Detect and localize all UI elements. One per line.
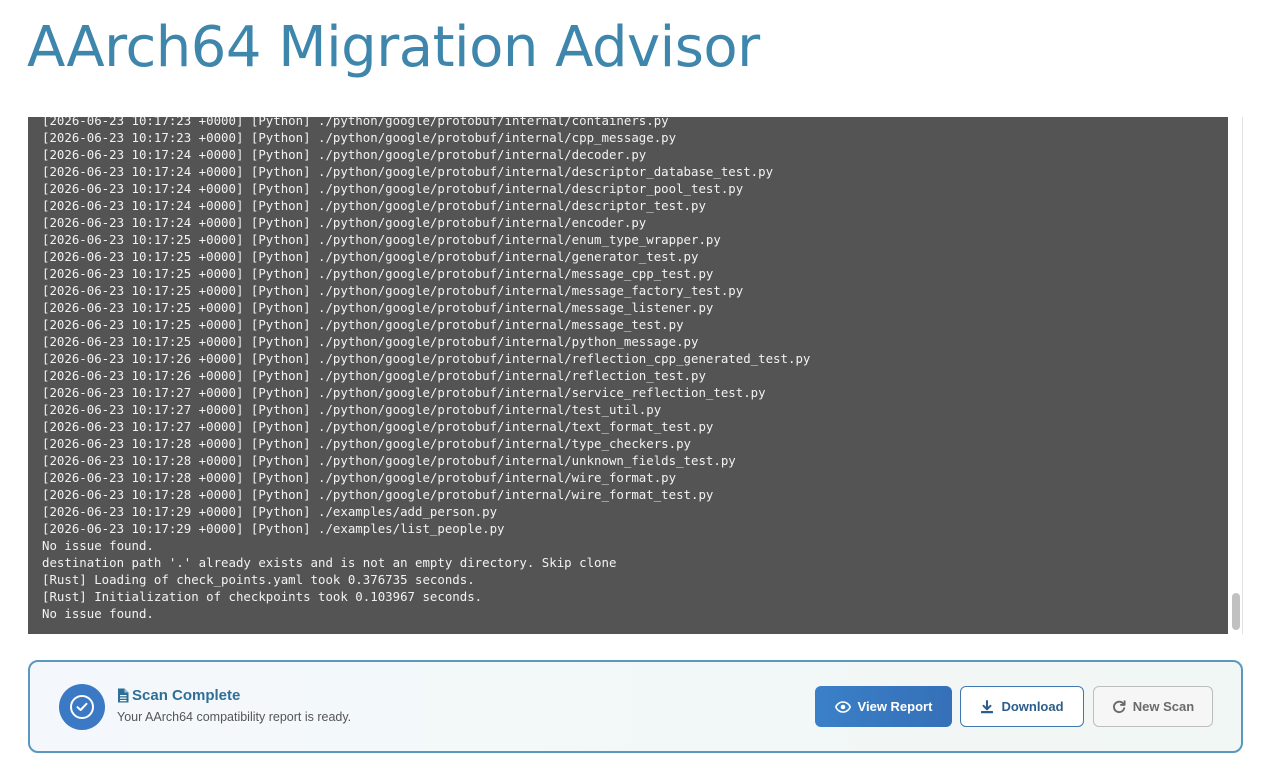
- log-line: [2026-06-23 10:17:24 +0000] [Python] ./p…: [42, 198, 706, 213]
- new-scan-button[interactable]: New Scan: [1093, 686, 1213, 727]
- document-icon: [117, 688, 129, 703]
- log-line: [2026-06-23 10:17:28 +0000] [Python] ./p…: [42, 453, 736, 468]
- log-line: [2026-06-23 10:17:25 +0000] [Python] ./p…: [42, 249, 699, 264]
- page-title: AArch64 Migration Advisor: [27, 15, 760, 80]
- log-scrollbar[interactable]: [1228, 117, 1242, 634]
- log-line: [2026-06-23 10:17:24 +0000] [Python] ./p…: [42, 147, 647, 162]
- log-line: [2026-06-23 10:17:23 +0000] [Python] ./p…: [42, 117, 669, 128]
- download-button[interactable]: Download: [960, 686, 1084, 727]
- log-output[interactable]: [2026-06-23 10:17:23 +0000] [Python] ./p…: [28, 117, 1228, 634]
- log-line: [2026-06-23 10:17:27 +0000] [Python] ./p…: [42, 402, 662, 417]
- status-title: Scan Complete: [132, 687, 241, 704]
- log-line: [2026-06-23 10:17:25 +0000] [Python] ./p…: [42, 266, 714, 281]
- log-line: [Rust] Loading of check_points.yaml took…: [42, 572, 475, 587]
- log-line: [2026-06-23 10:17:28 +0000] [Python] ./p…: [42, 436, 692, 451]
- scan-status-card: Scan Complete Your AArch64 compatibility…: [28, 660, 1243, 753]
- log-line: [2026-06-23 10:17:23 +0000] [Python] ./p…: [42, 130, 677, 145]
- log-line: No issue found.: [42, 538, 154, 553]
- log-line: [2026-06-23 10:17:27 +0000] [Python] ./p…: [42, 419, 714, 434]
- view-report-button[interactable]: View Report: [815, 686, 952, 727]
- log-line: [2026-06-23 10:17:25 +0000] [Python] ./p…: [42, 232, 721, 247]
- download-icon: [981, 699, 994, 713]
- new-scan-label: New Scan: [1132, 699, 1195, 714]
- log-line: [2026-06-23 10:17:25 +0000] [Python] ./p…: [42, 300, 714, 315]
- eye-icon: [834, 700, 851, 713]
- log-line: [2026-06-23 10:17:26 +0000] [Python] ./p…: [42, 368, 706, 383]
- view-report-label: View Report: [857, 699, 933, 714]
- log-line: [2026-06-23 10:17:24 +0000] [Python] ./p…: [42, 215, 647, 230]
- log-line: [2026-06-23 10:17:29 +0000] [Python] ./e…: [42, 521, 505, 536]
- refresh-icon: [1112, 699, 1126, 713]
- scrollbar-thumb[interactable]: [1232, 593, 1240, 630]
- log-line: [2026-06-23 10:17:25 +0000] [Python] ./p…: [42, 283, 744, 298]
- log-container: [2026-06-23 10:17:23 +0000] [Python] ./p…: [28, 117, 1243, 634]
- log-line: [2026-06-23 10:17:29 +0000] [Python] ./e…: [42, 504, 498, 519]
- download-label: Download: [1001, 699, 1064, 714]
- log-line: [2026-06-23 10:17:26 +0000] [Python] ./p…: [42, 351, 811, 366]
- log-line: [2026-06-23 10:17:25 +0000] [Python] ./p…: [42, 317, 684, 332]
- log-line: [2026-06-23 10:17:24 +0000] [Python] ./p…: [42, 164, 774, 179]
- log-line: No issue found.: [42, 606, 154, 621]
- log-line: [2026-06-23 10:17:27 +0000] [Python] ./p…: [42, 385, 766, 400]
- status-title-row: Scan Complete: [117, 687, 240, 704]
- log-line: destination path '.' already exists and …: [42, 555, 617, 570]
- status-subtitle: Your AArch64 compatibility report is rea…: [117, 710, 352, 724]
- check-circle-icon: [59, 684, 105, 730]
- log-line: [2026-06-23 10:17:24 +0000] [Python] ./p…: [42, 181, 744, 196]
- log-lines: [2026-06-23 10:17:23 +0000] [Python] ./p…: [42, 117, 810, 622]
- log-line: [2026-06-23 10:17:28 +0000] [Python] ./p…: [42, 487, 714, 502]
- log-line: [2026-06-23 10:17:28 +0000] [Python] ./p…: [42, 470, 677, 485]
- log-line: [Rust] Initialization of checkpoints too…: [42, 589, 483, 604]
- log-line: [2026-06-23 10:17:25 +0000] [Python] ./p…: [42, 334, 699, 349]
